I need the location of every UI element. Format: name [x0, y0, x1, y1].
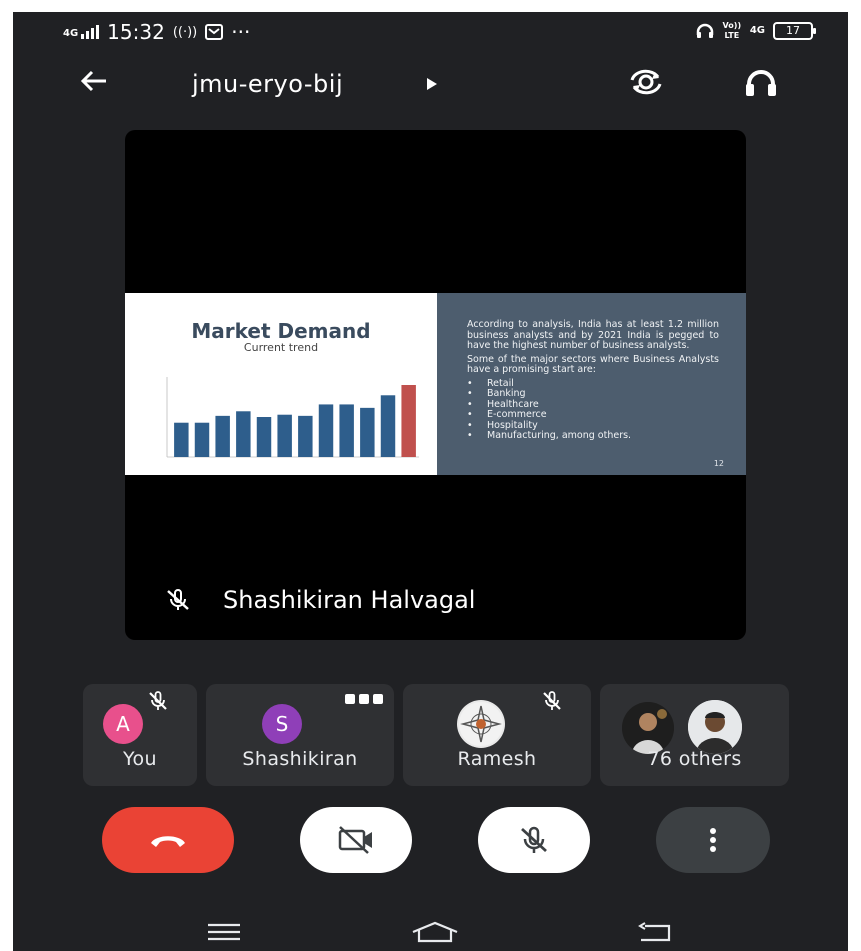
menu-icon[interactable]	[206, 922, 242, 942]
status-time: 15:32	[107, 20, 165, 44]
slide-subtitle: Current trend	[243, 341, 319, 354]
chart-bar	[339, 404, 354, 457]
chart-bar	[236, 411, 251, 457]
slide-right-panel: According to analysis, India has at leas…	[437, 293, 746, 475]
mic-off-icon	[543, 691, 561, 710]
back-nav-icon[interactable]	[637, 922, 677, 944]
more-options-button[interactable]	[656, 807, 770, 873]
headset-status-icon	[696, 23, 714, 38]
network-type-right: 4G	[749, 25, 765, 36]
camera-toggle-button[interactable]	[300, 807, 412, 873]
presentation-tile[interactable]: Market Demand Current trend According to…	[125, 130, 746, 640]
chart-bar	[318, 404, 334, 457]
status-left: 4G 15:32 ((·)) ···	[63, 20, 250, 44]
microphone-toggle-button[interactable]	[478, 807, 590, 873]
switch-camera-icon[interactable]	[626, 64, 666, 100]
chart-bar	[277, 414, 292, 457]
participant-name: You	[123, 748, 157, 770]
end-call-button[interactable]	[102, 807, 234, 873]
chart-bar	[380, 395, 396, 457]
phone-screen: 4G 15:32 ((·)) ··· Vo)) LTE 4G 17 jmu-er…	[13, 12, 848, 951]
slide-paragraph: Some of the major sectors where Business…	[467, 353, 719, 375]
chart-bar	[215, 415, 230, 457]
avatar	[688, 700, 742, 754]
slide-paragraph: According to analysis, India has at leas…	[467, 319, 719, 351]
chart-bar	[401, 385, 416, 457]
home-icon[interactable]	[409, 920, 461, 944]
network-type: 4G	[63, 28, 79, 39]
slide-title: Market Demand	[191, 319, 371, 343]
participant-tile-you[interactable]: A You	[83, 684, 197, 786]
mic-off-icon	[167, 588, 189, 610]
presenter-label: Shashikiran Halvagal	[165, 586, 475, 614]
chart-bar	[360, 407, 375, 457]
volte-indicator: Vo)) LTE	[722, 21, 742, 40]
mic-off-icon	[521, 826, 547, 853]
chart-bar	[194, 422, 210, 457]
message-icon	[205, 24, 224, 40]
slide-text: According to analysis, India has at leas…	[467, 319, 719, 442]
slide-bullet: Manufacturing, among others.	[467, 430, 719, 442]
hang-up-icon	[151, 836, 185, 847]
top-app-bar: jmu-eryo-bij	[13, 64, 848, 104]
participant-tile-shashikiran[interactable]: S Shashikiran	[206, 684, 394, 786]
profile-image-icon	[459, 702, 503, 746]
participant-tile-others[interactable]: 76 others	[600, 684, 789, 786]
market-demand-chart	[166, 377, 419, 458]
camera-off-icon	[338, 826, 372, 854]
status-bar: 4G 15:32 ((·)) ··· Vo)) LTE 4G 17	[13, 12, 848, 52]
meeting-details-play-icon[interactable]	[427, 78, 437, 90]
slide-left-panel: Market Demand Current trend	[125, 293, 437, 475]
participant-tile-ramesh[interactable]: Ramesh	[403, 684, 591, 786]
hotspot-icon: ((·))	[172, 24, 198, 40]
back-arrow-icon[interactable]	[79, 66, 109, 104]
participant-name: Ramesh	[457, 748, 537, 770]
avatar: A	[103, 704, 143, 744]
overflow-indicator: ···	[231, 20, 251, 44]
profile-photo-icon	[688, 700, 742, 754]
mic-off-icon	[149, 691, 167, 710]
system-navigation-bar	[13, 912, 848, 951]
avatar	[622, 702, 674, 754]
avatar: S	[262, 704, 302, 744]
status-right: Vo)) LTE 4G 17	[696, 21, 816, 41]
slide-page-number: 12	[713, 458, 724, 468]
shared-slide: Market Demand Current trend According to…	[125, 293, 746, 475]
participant-name: 76 others	[647, 748, 742, 770]
signal-bars-icon	[81, 25, 100, 39]
participant-name: Shashikiran	[242, 748, 358, 770]
presenter-name: Shashikiran Halvagal	[223, 586, 476, 614]
chart-bar	[256, 417, 272, 457]
meeting-code[interactable]: jmu-eryo-bij	[192, 70, 343, 98]
slide-bullet: Banking	[467, 388, 719, 400]
chart-bar	[174, 422, 189, 457]
audio-output-headset-icon[interactable]	[741, 64, 781, 100]
chart-bar	[298, 415, 313, 457]
slide-bullet-list: Retail Banking Healthcare E-commerce Hos…	[467, 378, 719, 442]
profile-photo-icon	[622, 702, 674, 754]
slide-bullet: E-commerce	[467, 409, 719, 421]
speaking-indicator-icon	[345, 694, 383, 704]
avatar	[457, 700, 505, 748]
battery-indicator: 17	[773, 22, 816, 40]
signal-indicator: 4G	[63, 25, 100, 39]
more-vert-icon	[710, 828, 716, 852]
